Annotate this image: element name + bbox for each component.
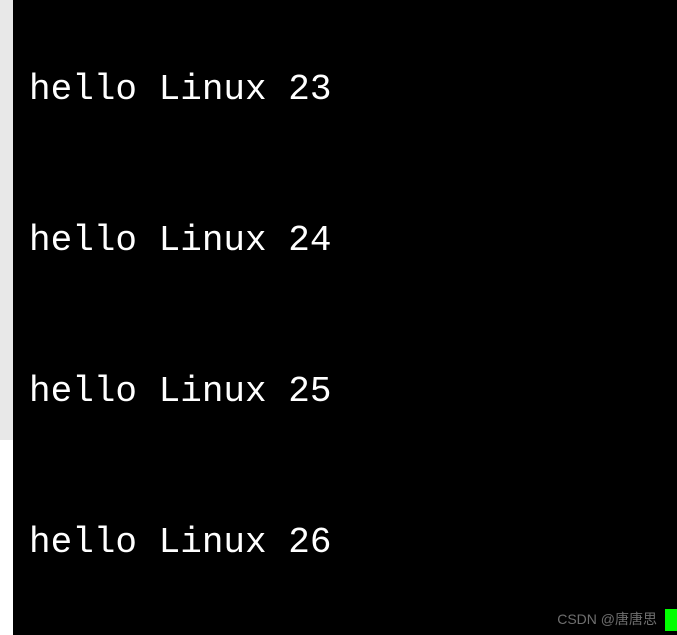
terminal-line: hello Linux 25 [29,367,669,417]
cursor-indicator [665,609,677,631]
terminal-line: hello Linux 23 [29,65,669,115]
terminal-line: hello Linux 24 [29,216,669,266]
terminal-output[interactable]: hello Linux 23 hello Linux 24 hello Linu… [13,0,677,635]
scrollbar-gutter-shade [0,0,13,440]
terminal-line: hello Linux 26 [29,518,669,568]
